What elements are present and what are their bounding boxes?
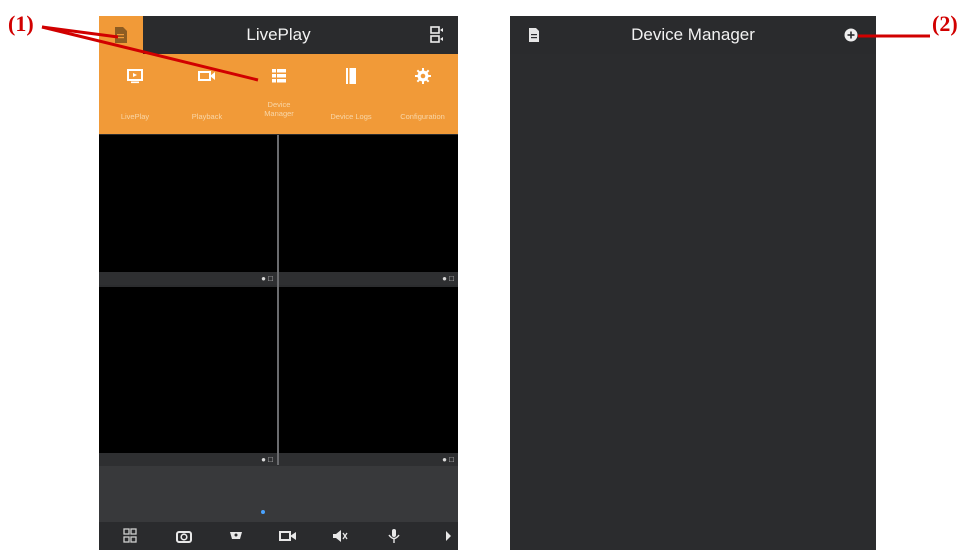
grid-divider [277,135,279,465]
video-cell-status-bar: ● □ [99,272,277,285]
video-cell-status-bar: ● □ [279,453,458,466]
annotation-label-2: (2) [932,11,958,36]
monitor-play-icon [127,69,143,84]
annotation-label-1: (1) [8,11,34,36]
video-cell-2[interactable] [279,135,458,272]
menu-item-configuration[interactable]: Configuration [387,54,458,134]
menu-item-device-logs[interactable]: Device Logs [315,54,387,134]
mic-camera-icon: ● □ [442,455,454,464]
bottom-toolbar [99,522,458,550]
grid-layout-icon[interactable] [121,528,139,544]
menu-item-liveplay[interactable]: LivePlay [99,54,171,134]
video-cell-status-bar: ● □ [99,453,277,466]
snapshot-icon[interactable] [175,528,193,544]
bottom-panel [99,466,458,550]
video-cell-3[interactable] [99,287,277,453]
page-title: Device Manager [631,25,755,44]
camera-switch-button[interactable] [430,26,444,44]
next-arrow-icon[interactable] [439,528,457,544]
mic-camera-icon: ● □ [442,274,454,283]
page-title: LivePlay [246,25,311,44]
book-icon [346,68,356,84]
camera-switch-icon [430,26,443,43]
gear-icon [414,68,431,84]
liveplay-screen: LivePlay LivePlay Playback Device Manage… [99,16,458,550]
add-device-button[interactable] [844,28,858,42]
mute-icon[interactable] [331,528,349,544]
ptz-icon[interactable] [227,528,245,544]
mic-camera-icon: ● □ [261,455,273,464]
menu-item-device-manager[interactable]: Device Manager [243,54,315,134]
menu-item-label: LivePlay [120,112,150,121]
microphone-icon[interactable] [385,528,403,544]
menu-item-playback[interactable]: Playback [171,54,243,134]
video-cell-4[interactable] [279,287,458,453]
plus-circle-icon [844,28,858,42]
video-camera-icon [198,71,215,81]
mic-camera-icon: ● □ [261,274,273,283]
menu-item-label: Playback [191,112,223,121]
menu-item-label: Device Manager [264,100,294,118]
menu-item-label: Configuration [400,112,445,121]
device-manager-topbar: Device Manager [510,16,876,54]
device-manager-screen: Device Manager [510,16,876,550]
record-icon[interactable] [279,528,297,544]
side-menu-panel: LivePlay Playback Device Manager Device … [99,54,458,134]
device-list-area [510,54,876,550]
list-icon [272,69,286,83]
video-cell-status-bar: ● □ [279,272,458,285]
page-indicator-dot [261,510,265,514]
menu-item-label: Device Logs [330,112,372,121]
liveplay-topbar: LivePlay [99,16,458,54]
video-cell-1[interactable] [99,135,277,272]
